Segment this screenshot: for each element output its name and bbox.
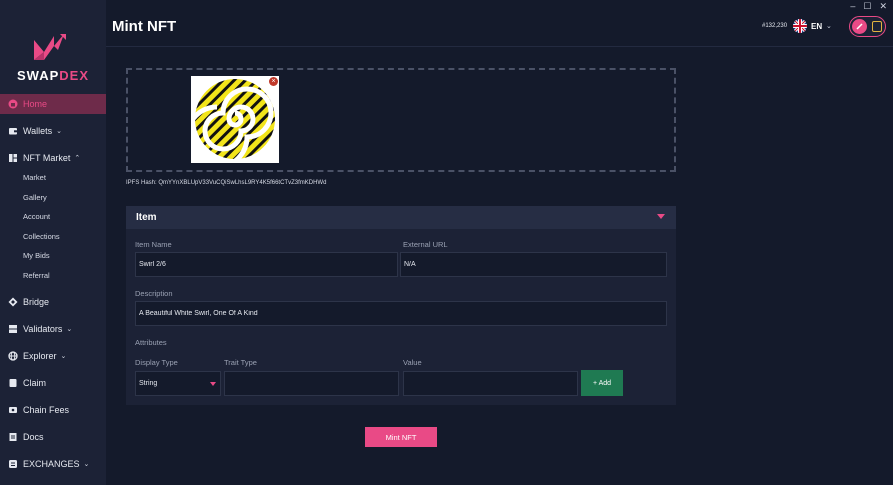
external-url-input[interactable] [404,261,666,268]
attributes-label: Attributes [135,338,167,347]
chevron-down-icon: ⌄ [66,326,73,333]
chevron-down-icon: ⌄ [60,353,67,360]
sidebar-item-label: Bridge [23,297,50,307]
globe-icon [8,351,18,361]
wallet-connect-toggle[interactable] [849,16,886,37]
sidebar-item-nft-market[interactable]: NFT Market ⌃ [0,148,106,168]
chevron-up-icon: ⌃ [74,155,81,162]
sidebar-item-exchanges[interactable]: EXCHANGES ⌄ [0,454,106,474]
chevron-down-icon: ⌄ [83,461,90,468]
trait-type-field[interactable] [224,371,399,396]
chevron-down-icon: ⌄ [56,128,63,135]
description-label: Description [135,289,173,298]
external-url-field[interactable] [400,252,667,277]
sidebar-item-label: NFT Market [23,153,71,163]
bridge-icon [8,297,18,307]
nft-sub-referral[interactable]: Referral [23,271,50,280]
sidebar-item-label: EXCHANGES [23,459,80,469]
nft-sub-collections[interactable]: Collections [23,232,60,241]
display-type-label: Display Type [135,358,178,367]
uk-flag-icon[interactable] [793,19,807,33]
item-card: Item Item Name External URL Description … [126,206,676,405]
sidebar-item-label: Chain Fees [23,405,70,415]
trait-type-input[interactable] [228,380,398,387]
sidebar: SWAPDEX Home Wallets ⌄ NFT Market ⌃ Mark… [0,0,106,485]
sidebar-item-label: Explorer [23,351,57,361]
mint-nft-button[interactable]: Mint NFT [365,427,437,447]
value-input[interactable] [407,380,577,387]
item-name-field[interactable] [135,252,398,277]
claim-icon [8,378,18,388]
remove-image-button[interactable]: × [269,77,278,86]
exchange-icon [8,459,18,469]
wallet-icon [872,21,882,32]
external-url-label: External URL [403,240,448,249]
item-header[interactable]: Item [126,206,676,229]
caret-down-icon [657,214,665,219]
language-select[interactable]: EN [811,22,822,31]
server-icon [8,324,18,334]
caret-down-icon [210,381,216,386]
logo-text-part2: DEX [59,68,90,83]
grid-icon [8,153,18,163]
value-field[interactable] [403,371,578,396]
minimize-button[interactable]: – [850,1,855,12]
logo-text-part1: SWAP [16,68,60,83]
description-input[interactable] [139,310,666,317]
header-divider [106,46,893,47]
maximize-button[interactable]: ☐ [863,1,871,12]
home-icon [8,99,18,109]
sidebar-item-validators[interactable]: Validators ⌄ [0,319,106,339]
sidebar-item-explorer[interactable]: Explorer ⌄ [0,346,106,366]
wallet-icon [8,126,18,136]
close-button[interactable]: ✕ [879,1,887,12]
sidebar-item-docs[interactable]: Docs [0,427,106,447]
description-field[interactable] [135,301,667,326]
sidebar-item-bridge[interactable]: Bridge [0,292,106,312]
docs-icon [8,432,18,442]
add-attribute-button[interactable]: + Add [581,370,623,396]
item-name-input[interactable] [139,261,397,268]
sidebar-item-label: Validators [23,324,63,334]
nft-image-preview [184,76,279,170]
sidebar-item-label: Claim [23,378,47,388]
sidebar-item-chain-fees[interactable]: Chain Fees [0,400,106,420]
item-name-label: Item Name [135,240,172,249]
trait-type-label: Trait Type [224,358,257,367]
nft-sub-account[interactable]: Account [23,212,50,221]
sidebar-item-home[interactable]: Home [0,94,106,114]
value-label: Value [403,358,422,367]
item-title: Item [136,212,157,223]
swapdex-logo-icon [34,34,66,60]
display-type-select[interactable]: String [135,371,221,396]
ipfs-hash: IPFS Hash: QmYYnXBLUpV33VuCQiSwLhsL9RY4K… [126,180,327,186]
logo-text: SWAPDEX [0,68,106,83]
logo[interactable]: SWAPDEX [0,30,106,88]
chevron-down-icon[interactable]: ⌄ [826,22,832,30]
nft-sub-market[interactable]: Market [23,173,46,182]
page-title: Mint NFT [112,18,177,35]
sidebar-item-label: Docs [23,432,44,442]
sidebar-item-claim[interactable]: Claim [0,373,106,393]
link-icon [852,19,867,34]
nft-sub-gallery[interactable]: Gallery [23,193,47,202]
window-controls: – ☐ ✕ [850,1,887,12]
sidebar-item-wallets[interactable]: Wallets ⌄ [0,121,106,141]
balance-readout: #132,230 [762,23,788,29]
sidebar-item-label: Wallets [23,126,53,136]
fees-icon [8,405,18,415]
sidebar-item-label: Home [23,99,48,109]
nft-sub-my-bids[interactable]: My Bids [23,251,50,260]
display-type-value: String [139,380,158,387]
